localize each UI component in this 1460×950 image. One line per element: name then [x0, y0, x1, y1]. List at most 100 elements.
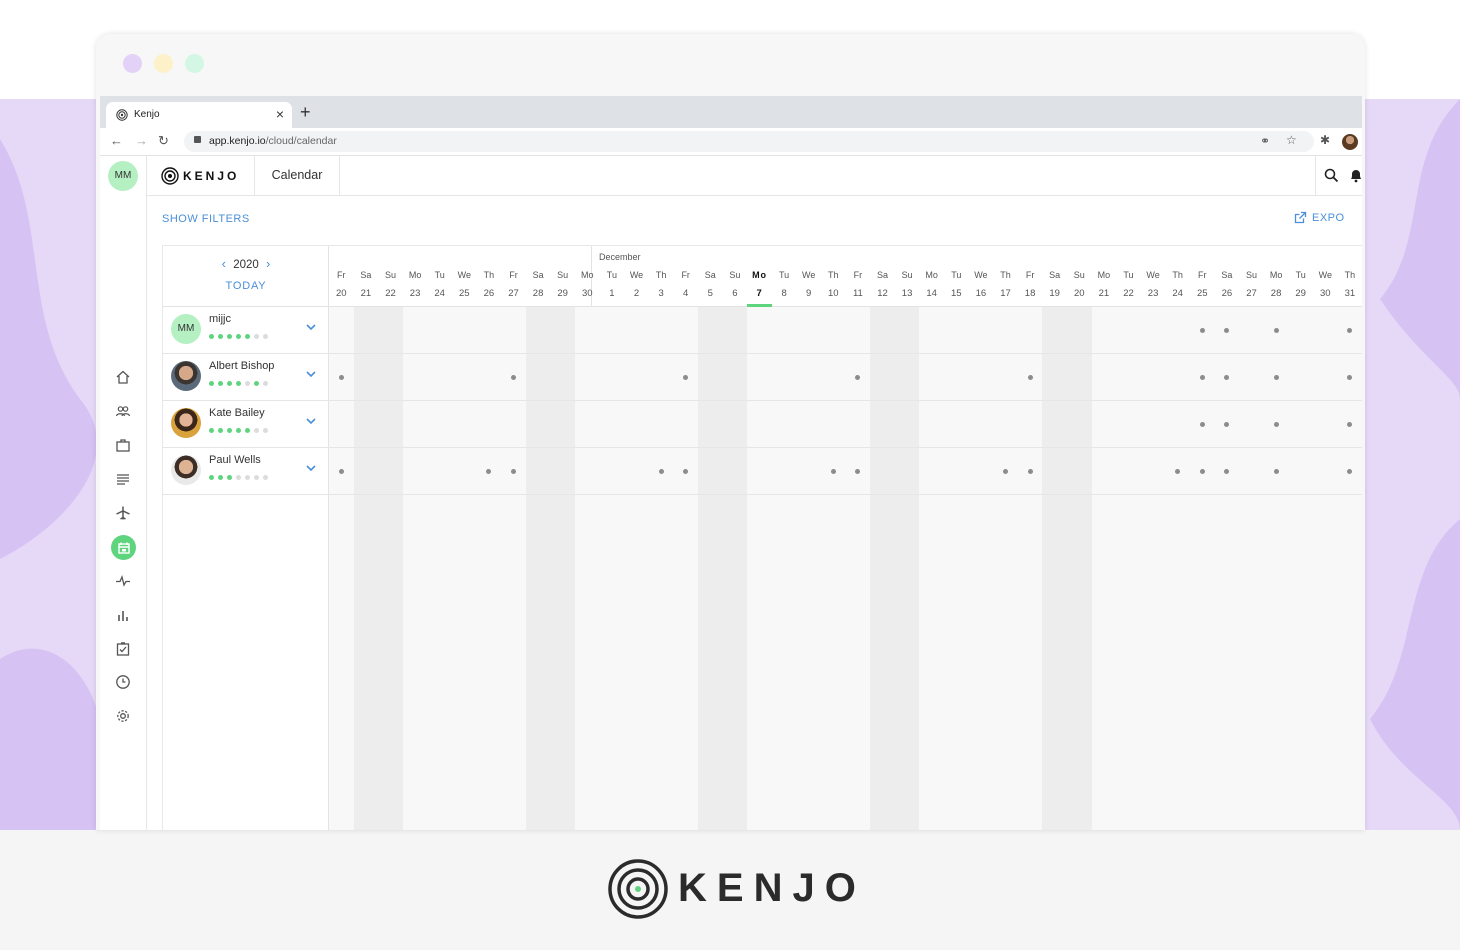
- calendar-event-dot[interactable]: [1199, 375, 1205, 380]
- calendar-event-dot[interactable]: [338, 375, 344, 380]
- day-number: 22: [385, 288, 396, 299]
- gear-icon[interactable]: [112, 705, 134, 727]
- calendar-event-dot[interactable]: [338, 469, 344, 474]
- close-window-dot[interactable]: [123, 54, 142, 73]
- day-number: 5: [707, 288, 713, 299]
- weekday-label: Su: [557, 270, 569, 280]
- minimize-window-dot[interactable]: [154, 54, 173, 73]
- footer-brand-text: KENJO: [678, 866, 866, 910]
- employee-row[interactable]: MM mijjc: [163, 307, 329, 354]
- day-number: 21: [1098, 288, 1110, 299]
- extensions-icon[interactable]: ✱: [1320, 133, 1330, 147]
- checklist-icon[interactable]: [112, 638, 134, 660]
- day-column: [1263, 307, 1289, 830]
- calendar-event-dot[interactable]: [830, 469, 836, 474]
- calendar-event-dot[interactable]: [1003, 469, 1008, 474]
- bar-chart-icon[interactable]: [112, 604, 134, 626]
- key-icon[interactable]: ⚭: [1260, 134, 1270, 148]
- calendar-event-dot[interactable]: [1027, 469, 1033, 474]
- day-column: [452, 307, 477, 830]
- weekday-label: Th: [1172, 270, 1183, 280]
- progress-dot: [254, 475, 259, 480]
- browser-window: Kenjo × + ← → ↻ app.kenjo.io/cloud/calen…: [96, 34, 1365, 830]
- weekend-column: [550, 307, 575, 830]
- weekday-label: Tu: [1295, 270, 1306, 280]
- progress-dot: [254, 428, 259, 433]
- employee-row[interactable]: Paul Wells: [163, 448, 329, 495]
- weekend-column: [722, 307, 748, 830]
- previous-year-icon[interactable]: ‹: [222, 256, 226, 271]
- weekday-label: Su: [1245, 270, 1257, 280]
- weekday-label: We: [1146, 270, 1160, 280]
- kenjo-logo[interactable]: KENJO: [147, 156, 255, 195]
- close-tab-icon[interactable]: ×: [276, 106, 284, 122]
- calendar-event-dot[interactable]: [658, 469, 664, 474]
- star-icon[interactable]: ☆: [1286, 133, 1297, 147]
- today-button[interactable]: TODAY: [163, 280, 329, 292]
- expand-chevron-icon[interactable]: [304, 367, 318, 381]
- progress-dot: [227, 475, 232, 480]
- calendar-event-dot[interactable]: [511, 375, 516, 380]
- clock-icon[interactable]: [112, 671, 134, 693]
- airplane-icon[interactable]: [112, 502, 134, 524]
- calendar-event-dot[interactable]: [1273, 422, 1279, 427]
- bell-icon[interactable]: [1349, 168, 1362, 183]
- calendar-event-dot[interactable]: [1199, 469, 1205, 474]
- day-column: [821, 307, 846, 830]
- weekday-label: Fr: [509, 270, 518, 280]
- show-filters-button[interactable]: SHOW FILTERS: [162, 213, 250, 225]
- weekday-label: Sa: [532, 270, 544, 280]
- employee-row[interactable]: Kate Bailey: [163, 401, 329, 448]
- people-icon[interactable]: [112, 400, 134, 422]
- day-number: 11: [852, 288, 863, 299]
- search-icon[interactable]: [1324, 168, 1339, 183]
- browser-tab[interactable]: Kenjo ×: [106, 102, 292, 128]
- calendar-event-dot[interactable]: [1273, 469, 1279, 474]
- day-number: 20: [336, 288, 347, 299]
- list-icon[interactable]: [112, 468, 134, 490]
- maximize-window-dot[interactable]: [185, 54, 204, 73]
- browser-profile-avatar[interactable]: [1342, 134, 1358, 150]
- day-column: [993, 307, 1018, 830]
- briefcase-icon[interactable]: [112, 434, 134, 456]
- progress-dot: [218, 428, 223, 433]
- pulse-icon[interactable]: [112, 570, 134, 592]
- day-column: [476, 307, 502, 830]
- weekday-label: Mo: [925, 270, 938, 280]
- weekday-label: Sa: [1049, 270, 1061, 280]
- url-path: /cloud/calendar: [265, 135, 337, 147]
- tab-title: Kenjo: [134, 109, 160, 120]
- expand-chevron-icon[interactable]: [304, 320, 318, 334]
- reload-icon[interactable]: ↻: [158, 133, 169, 149]
- export-button[interactable]: EXPO: [1294, 211, 1345, 224]
- day-number: 30: [582, 288, 593, 299]
- expand-chevron-icon[interactable]: [304, 461, 318, 475]
- address-bar[interactable]: app.kenjo.io/cloud/calendar ⚭ ☆: [184, 131, 1314, 152]
- employee-row[interactable]: Albert Bishop: [163, 354, 329, 401]
- employee-name: Paul Wells: [209, 454, 261, 466]
- user-avatar[interactable]: MM: [108, 161, 138, 191]
- weekday-label: Th: [1344, 270, 1356, 280]
- forward-icon[interactable]: →: [135, 133, 148, 148]
- day-column: [1165, 307, 1190, 830]
- progress-dot: [218, 334, 223, 339]
- calendar-event-dot[interactable]: [1199, 328, 1205, 333]
- calendar-event-dot[interactable]: [511, 469, 516, 474]
- day-number: 12: [877, 288, 888, 299]
- day-number: 15: [951, 288, 962, 299]
- calendar-icon[interactable]: [111, 535, 136, 560]
- expand-chevron-icon[interactable]: [304, 414, 318, 428]
- back-icon[interactable]: ←: [110, 133, 123, 148]
- next-year-icon[interactable]: ›: [266, 256, 270, 271]
- day-number: 29: [1295, 288, 1306, 299]
- calendar-event-dot[interactable]: [1027, 375, 1033, 380]
- new-tab-button[interactable]: +: [300, 102, 311, 123]
- calendar-event-dot[interactable]: [1199, 422, 1205, 427]
- calendar-event-dot[interactable]: [1273, 375, 1279, 380]
- day-number: 7: [756, 288, 763, 299]
- home-icon[interactable]: [112, 366, 134, 388]
- progress-dot: [245, 334, 250, 339]
- weekday-label: Mo: [408, 270, 422, 280]
- calendar-event-dot[interactable]: [1273, 328, 1279, 333]
- day-column: [1017, 307, 1043, 830]
